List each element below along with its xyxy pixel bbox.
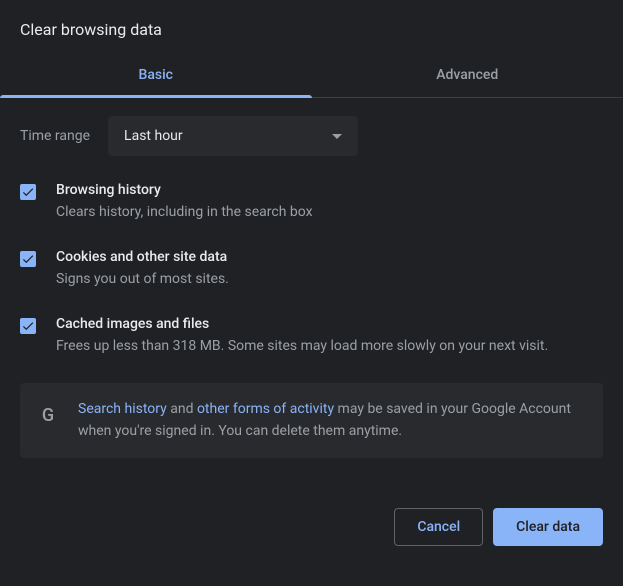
check-icon	[21, 252, 35, 266]
option-title: Cookies and other site data	[56, 249, 603, 265]
option-cookies: Cookies and other site data Signs you ou…	[20, 249, 603, 290]
check-icon	[21, 185, 35, 199]
option-title: Browsing history	[56, 182, 603, 198]
option-cached: Cached images and files Frees up less th…	[20, 316, 603, 357]
checkbox-cookies[interactable]	[20, 251, 36, 267]
info-text-mid: and	[167, 401, 197, 417]
time-range-label: Time range	[20, 128, 90, 144]
option-desc: Clears history, including in the search …	[56, 202, 603, 223]
dialog-footer: Cancel Clear data	[0, 458, 623, 566]
cancel-button[interactable]: Cancel	[394, 508, 483, 546]
option-browsing-history: Browsing history Clears history, includi…	[20, 182, 603, 223]
checkbox-cached[interactable]	[20, 318, 36, 334]
clear-browsing-data-dialog: Clear browsing data Basic Advanced Time …	[0, 0, 623, 566]
link-other-activity[interactable]: other forms of activity	[197, 401, 334, 417]
option-desc: Frees up less than 318 MB. Some sites ma…	[56, 336, 603, 357]
tab-advanced[interactable]: Advanced	[312, 55, 623, 97]
check-icon	[21, 319, 35, 333]
checkbox-browsing-history[interactable]	[20, 184, 36, 200]
google-icon: G	[38, 405, 58, 425]
info-text: Search history and other forms of activi…	[78, 399, 585, 442]
time-range-value: Last hour	[124, 128, 183, 144]
option-text: Cookies and other site data Signs you ou…	[56, 249, 603, 290]
chevron-down-icon	[332, 134, 342, 139]
time-range-row: Time range Last hour	[20, 116, 603, 156]
option-text: Browsing history Clears history, includi…	[56, 182, 603, 223]
clear-data-button[interactable]: Clear data	[493, 508, 603, 546]
option-text: Cached images and files Frees up less th…	[56, 316, 603, 357]
tabs: Basic Advanced	[0, 55, 623, 98]
option-title: Cached images and files	[56, 316, 603, 332]
option-desc: Signs you out of most sites.	[56, 269, 603, 290]
time-range-select[interactable]: Last hour	[108, 116, 358, 156]
dialog-content: Time range Last hour Browsing history Cl…	[0, 98, 623, 458]
tab-basic[interactable]: Basic	[0, 55, 312, 97]
link-search-history[interactable]: Search history	[78, 401, 167, 417]
info-box: G Search history and other forms of acti…	[20, 383, 603, 458]
dialog-title: Clear browsing data	[0, 0, 623, 55]
